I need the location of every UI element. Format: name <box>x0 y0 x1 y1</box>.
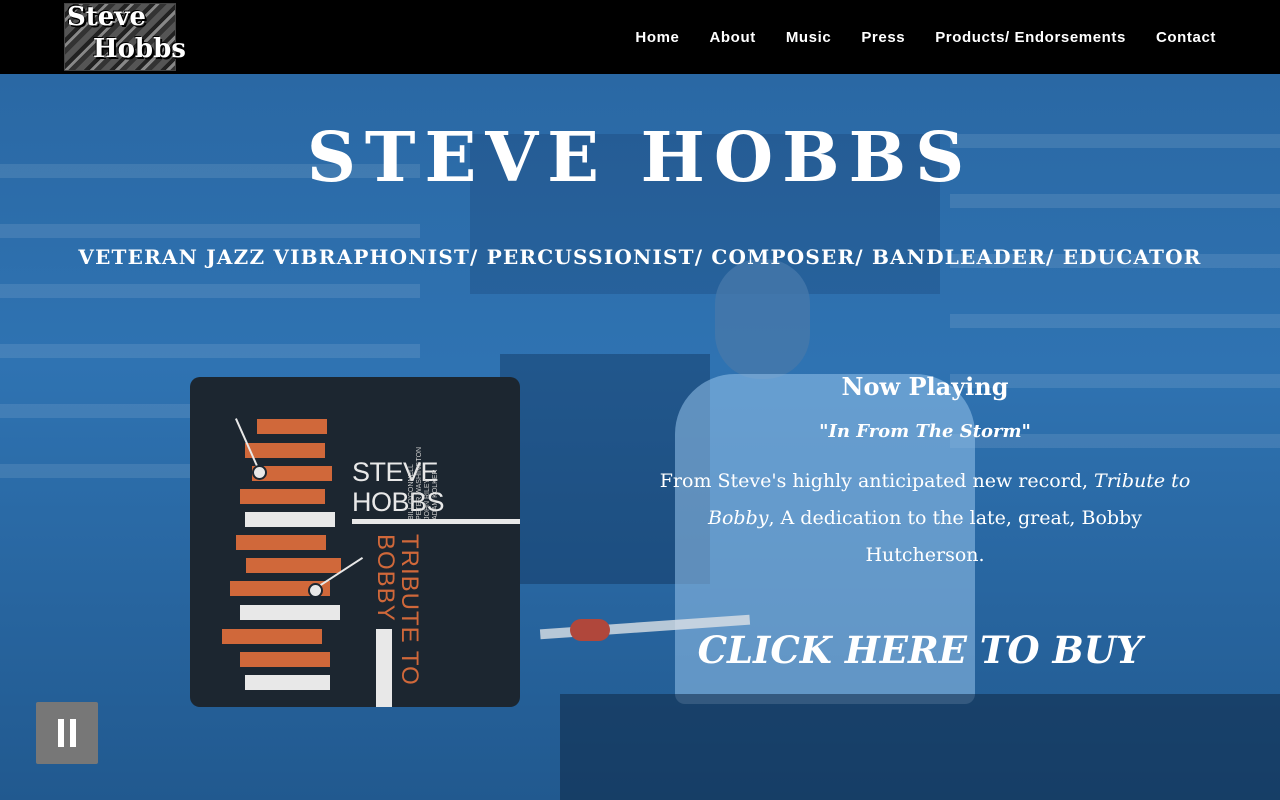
nav-contact[interactable]: Contact <box>1156 29 1216 46</box>
song-title: "In From The Storm" <box>819 421 1031 442</box>
album-mallet-head <box>308 583 323 598</box>
album-cover[interactable]: STEVE HOBBS BILL O'CONNELL PETER WASHING… <box>190 377 520 707</box>
album-rule <box>352 519 520 524</box>
nav-music[interactable]: Music <box>786 29 832 46</box>
nav-home[interactable]: Home <box>635 29 679 46</box>
main-menu: Home About Music Press Products/ Endorse… <box>605 0 1216 74</box>
now-playing-heading: Now Playing <box>841 372 1009 401</box>
album-bar <box>245 512 335 527</box>
album-bar <box>240 605 340 620</box>
pause-icon <box>55 719 79 747</box>
album-credits: BILL O'CONNELL PETER WASHINGTON JOHN RIL… <box>408 446 439 520</box>
album-mallet-head <box>252 465 267 480</box>
album-bar <box>222 629 322 644</box>
buy-link[interactable]: CLICK HERE TO BUY <box>650 628 1190 672</box>
vibraphone <box>560 694 1280 800</box>
page-title: STEVE HOBBS <box>306 118 974 198</box>
musician-head <box>715 259 810 379</box>
album-bar <box>236 535 326 550</box>
video-pause-button[interactable] <box>36 702 98 764</box>
album-bar <box>240 652 330 667</box>
background-slat <box>0 224 420 238</box>
album-bar <box>245 443 325 458</box>
page-subtitle: VETERAN JAZZ VIBRAPHONIST/ PERCUSSIONIST… <box>78 245 1202 269</box>
nav-products-endorsements[interactable]: Products/ Endorsements <box>935 29 1126 46</box>
record-description: From Steve's highly anticipated new reco… <box>652 463 1198 574</box>
background-slat <box>0 284 420 298</box>
album-bar <box>245 675 330 690</box>
background-slat <box>950 314 1280 328</box>
mallet-head <box>570 619 610 641</box>
desc-prefix: From Steve's highly anticipated new reco… <box>659 470 1095 492</box>
nav-press[interactable]: Press <box>861 29 905 46</box>
site-logo[interactable]: Steve Hobbs <box>64 2 186 71</box>
nav-about[interactable]: About <box>709 29 755 46</box>
logo-line-2: Hobbs <box>93 34 186 64</box>
background-slat <box>0 344 420 358</box>
album-bar <box>246 558 341 573</box>
album-bar <box>240 489 325 504</box>
logo-line-1: Steve <box>67 2 146 32</box>
album-stand <box>376 629 392 707</box>
album-bar <box>257 419 327 434</box>
top-navbar: Steve Hobbs Home About Music Press Produ… <box>0 0 1280 74</box>
desc-suffix: , A dedication to the late, great, Bobby… <box>768 507 1142 566</box>
